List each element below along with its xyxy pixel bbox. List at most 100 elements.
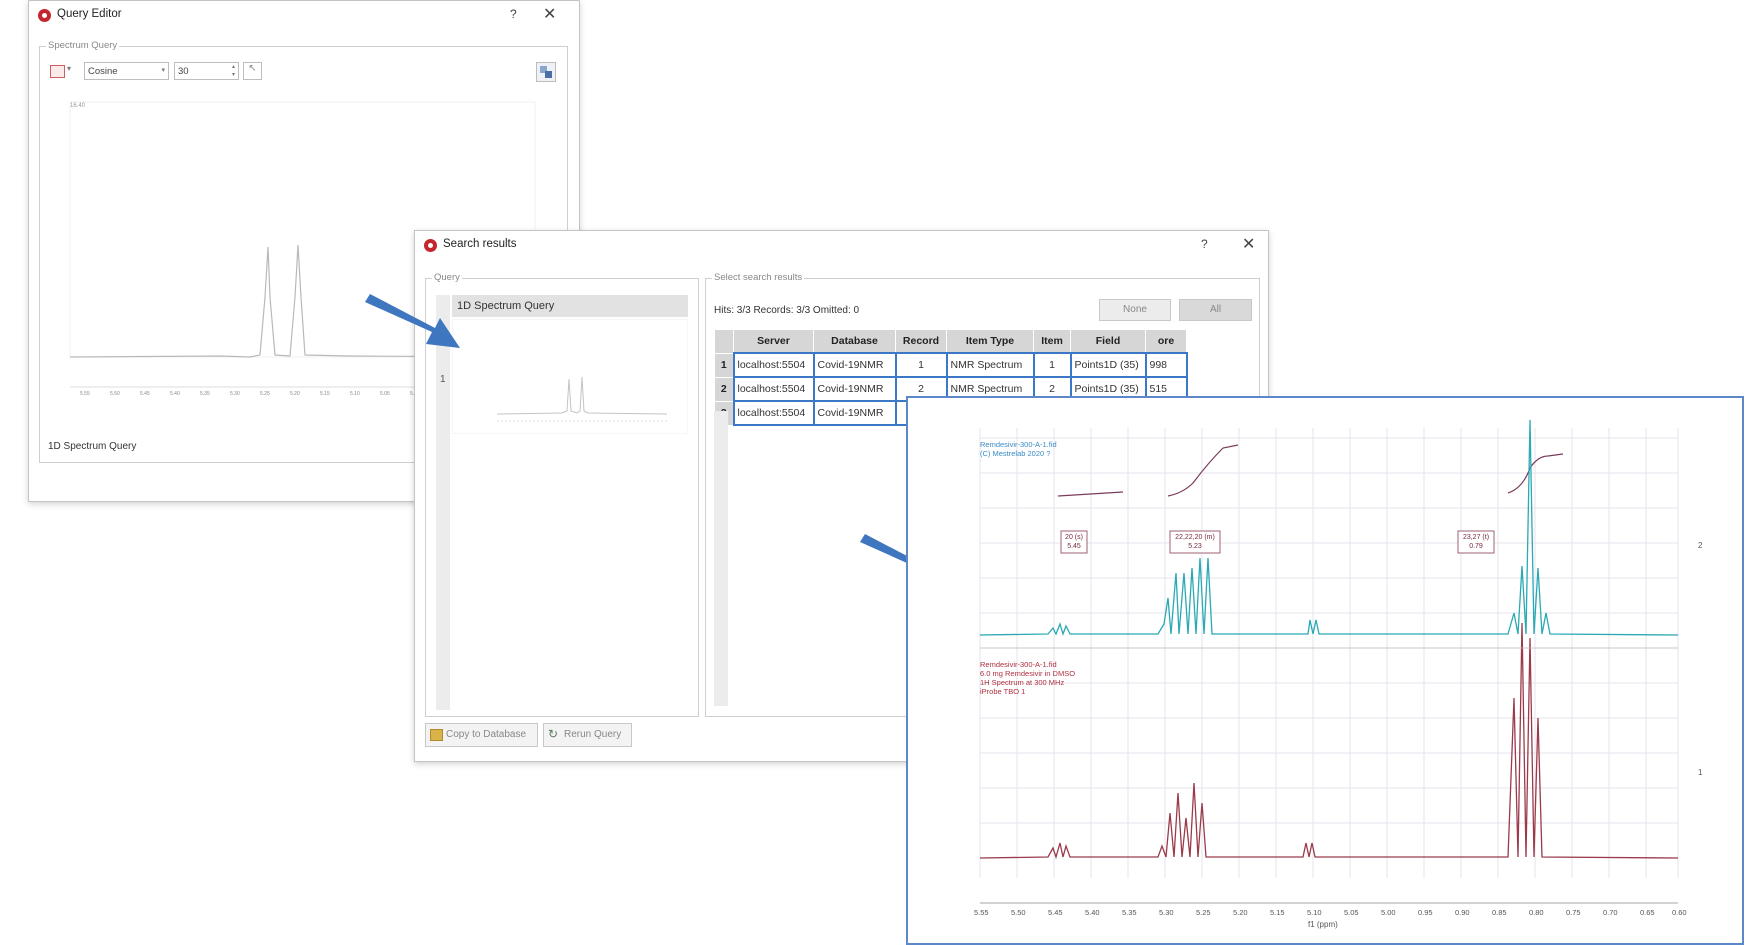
svg-text:16.40: 16.40 <box>70 103 86 109</box>
cell-item-type[interactable]: NMR Spectrum <box>945 352 1035 378</box>
svg-text:5.25: 5.25 <box>260 391 270 397</box>
x-tick-label: 0.80 <box>1529 908 1544 917</box>
x-tick-label: 5.30 <box>1159 908 1174 917</box>
cell-server[interactable]: localhost:5504 <box>732 376 815 402</box>
svg-text:5.35: 5.35 <box>200 391 210 397</box>
rerun-icon: ↻ <box>548 727 559 741</box>
rerun-query-label: Rerun Query <box>564 729 622 740</box>
x-tick-label: 5.40 <box>1085 908 1100 917</box>
help-button[interactable]: ? <box>1201 237 1208 251</box>
table-row[interactable]: 1 localhost:5504 Covid-19NMR 1 NMR Spect… <box>714 352 1188 378</box>
svg-text:5.30: 5.30 <box>230 391 240 397</box>
right-axis-tick: 1 <box>1698 768 1703 777</box>
cell-server[interactable]: localhost:5504 <box>732 400 815 426</box>
x-tick-label: 0.85 <box>1492 908 1507 917</box>
arrow-to-search-results-icon <box>365 294 460 348</box>
select-none-button[interactable]: None <box>1099 299 1171 321</box>
right-axis-tick: 2 <box>1698 541 1703 550</box>
x-tick-label: 5.55 <box>974 908 989 917</box>
top-label-line: Remdesivir-300-A-1.fid <box>980 440 1057 449</box>
svg-text:5.20: 5.20 <box>290 391 300 397</box>
column-header[interactable]: Item <box>1033 329 1071 354</box>
select-all-button[interactable]: All <box>1179 299 1252 321</box>
svg-text:5.15: 5.15 <box>320 391 330 397</box>
app-logo-icon <box>38 9 51 22</box>
x-tick-label: 5.45 <box>1048 908 1063 917</box>
bottom-label-line: Remdesivir-300-A-1.fid <box>980 660 1057 669</box>
rerun-query-button[interactable]: ↻ Rerun Query <box>543 723 632 747</box>
search-results-titlebar: Search results ? ✕ <box>415 231 1268 261</box>
cell-item[interactable]: 1 <box>1032 352 1072 378</box>
x-tick-label: 5.00 <box>1381 908 1396 917</box>
x-tick-label: 0.95 <box>1418 908 1433 917</box>
cell-database[interactable]: Covid-19NMR <box>812 352 897 378</box>
bottom-label-line: 1H Spectrum at 300 MHz <box>980 678 1065 687</box>
spectrum-query-group-label: Spectrum Query <box>46 40 120 51</box>
integral-label: 22,22,20 (m) 5.23 <box>1170 533 1220 551</box>
pointer-tool-button[interactable]: ↖ <box>243 62 262 80</box>
x-tick-label: 5.25 <box>1196 908 1211 917</box>
top-label-line: (C) Mestrelab 2020 ? <box>980 449 1051 458</box>
search-results-title: Search results <box>443 238 517 250</box>
cell-score[interactable]: 998 <box>1144 352 1188 378</box>
integral-label-line: 5.45 <box>1067 543 1081 550</box>
desktop-canvas: { "query_editor": { "title": "Query Edit… <box>0 0 1748 945</box>
x-tick-label: 5.10 <box>1307 908 1322 917</box>
top-spectrum-label: Remdesivir-300-A-1.fid (C) Mestrelab 202… <box>980 440 1057 458</box>
fit-view-icon <box>540 66 552 78</box>
top-spectrum-trace <box>979 419 1679 637</box>
integral-curves <box>1057 444 1564 497</box>
results-stats: Hits: 3/3 Records: 3/3 Omitted: 0 <box>714 305 860 316</box>
count-spinbox[interactable]: 30 ▴ ▾ <box>174 62 239 80</box>
cell-field[interactable]: Points1D (35) <box>1069 352 1147 378</box>
row-number: 2 <box>714 376 734 402</box>
cell-record[interactable]: 1 <box>894 352 948 378</box>
database-copy-icon <box>430 729 443 741</box>
plot-grid <box>979 428 1679 878</box>
integral-label-line: 23,27 (t) <box>1462 534 1490 541</box>
query-thumbnail-spectrum[interactable] <box>452 319 688 434</box>
integral-label: 23,27 (t) 0.79 <box>1458 533 1494 551</box>
integral-label: 20 (s) 5.45 <box>1063 533 1085 551</box>
x-tick-label: 0.90 <box>1455 908 1470 917</box>
row-number: 1 <box>714 352 734 378</box>
close-button[interactable]: ✕ <box>543 4 556 24</box>
svg-text:5.55: 5.55 <box>80 391 90 397</box>
close-button[interactable]: ✕ <box>1242 234 1255 254</box>
query-row-number: 1 <box>440 374 446 385</box>
svg-text:5.40: 5.40 <box>170 391 180 397</box>
app-logo-icon <box>424 239 437 252</box>
row-number-header <box>714 329 734 354</box>
x-tick-label: 5.50 <box>1011 908 1026 917</box>
integral-label-line: 22,22,20 (m) <box>1175 534 1215 541</box>
column-header[interactable]: Server <box>733 329 814 354</box>
method-select-value: Cosine <box>88 66 118 77</box>
help-button[interactable]: ? <box>510 7 517 21</box>
table-row-header-strip <box>714 411 728 706</box>
query-item-header[interactable]: 1D Spectrum Query <box>452 295 688 317</box>
method-select[interactable]: Cosine ▾ <box>84 62 169 80</box>
cell-database[interactable]: Covid-19NMR <box>812 400 897 426</box>
x-tick-label: 5.35 <box>1122 908 1137 917</box>
svg-text:5.05: 5.05 <box>380 391 390 397</box>
copy-to-database-button[interactable]: Copy to Database <box>425 723 538 747</box>
x-tick-label: 5.05 <box>1344 908 1359 917</box>
results-table-header: Server Database Record Item Type Item Fi… <box>714 329 1187 354</box>
x-tick-label: 0.70 <box>1603 908 1618 917</box>
column-header[interactable]: Field <box>1070 329 1146 354</box>
spectrum-view-panel: Remdesivir-300-A-1.fid (C) Mestrelab 202… <box>906 396 1744 945</box>
spinner-arrows-icon: ▴ ▾ <box>231 64 235 78</box>
cell-server[interactable]: localhost:5504 <box>732 352 815 378</box>
x-axis-ticks: 5.55 5.50 5.45 5.40 5.35 5.30 5.25 5.20 … <box>968 908 1688 920</box>
column-header[interactable]: Record <box>895 329 947 354</box>
chart-type-icon[interactable] <box>50 65 65 78</box>
column-header[interactable]: Database <box>813 329 896 354</box>
bottom-label-line: 6.0 mg Remdesivir in DMSO <box>980 669 1076 678</box>
count-spinbox-value: 30 <box>178 66 189 77</box>
cell-database[interactable]: Covid-19NMR <box>812 376 897 402</box>
fit-view-button[interactable] <box>536 62 556 82</box>
chevron-down-icon: ▾ <box>161 67 165 74</box>
column-header[interactable]: ore <box>1145 329 1187 354</box>
column-header[interactable]: Item Type <box>946 329 1034 354</box>
chevron-down-icon[interactable]: ▾ <box>67 64 71 73</box>
